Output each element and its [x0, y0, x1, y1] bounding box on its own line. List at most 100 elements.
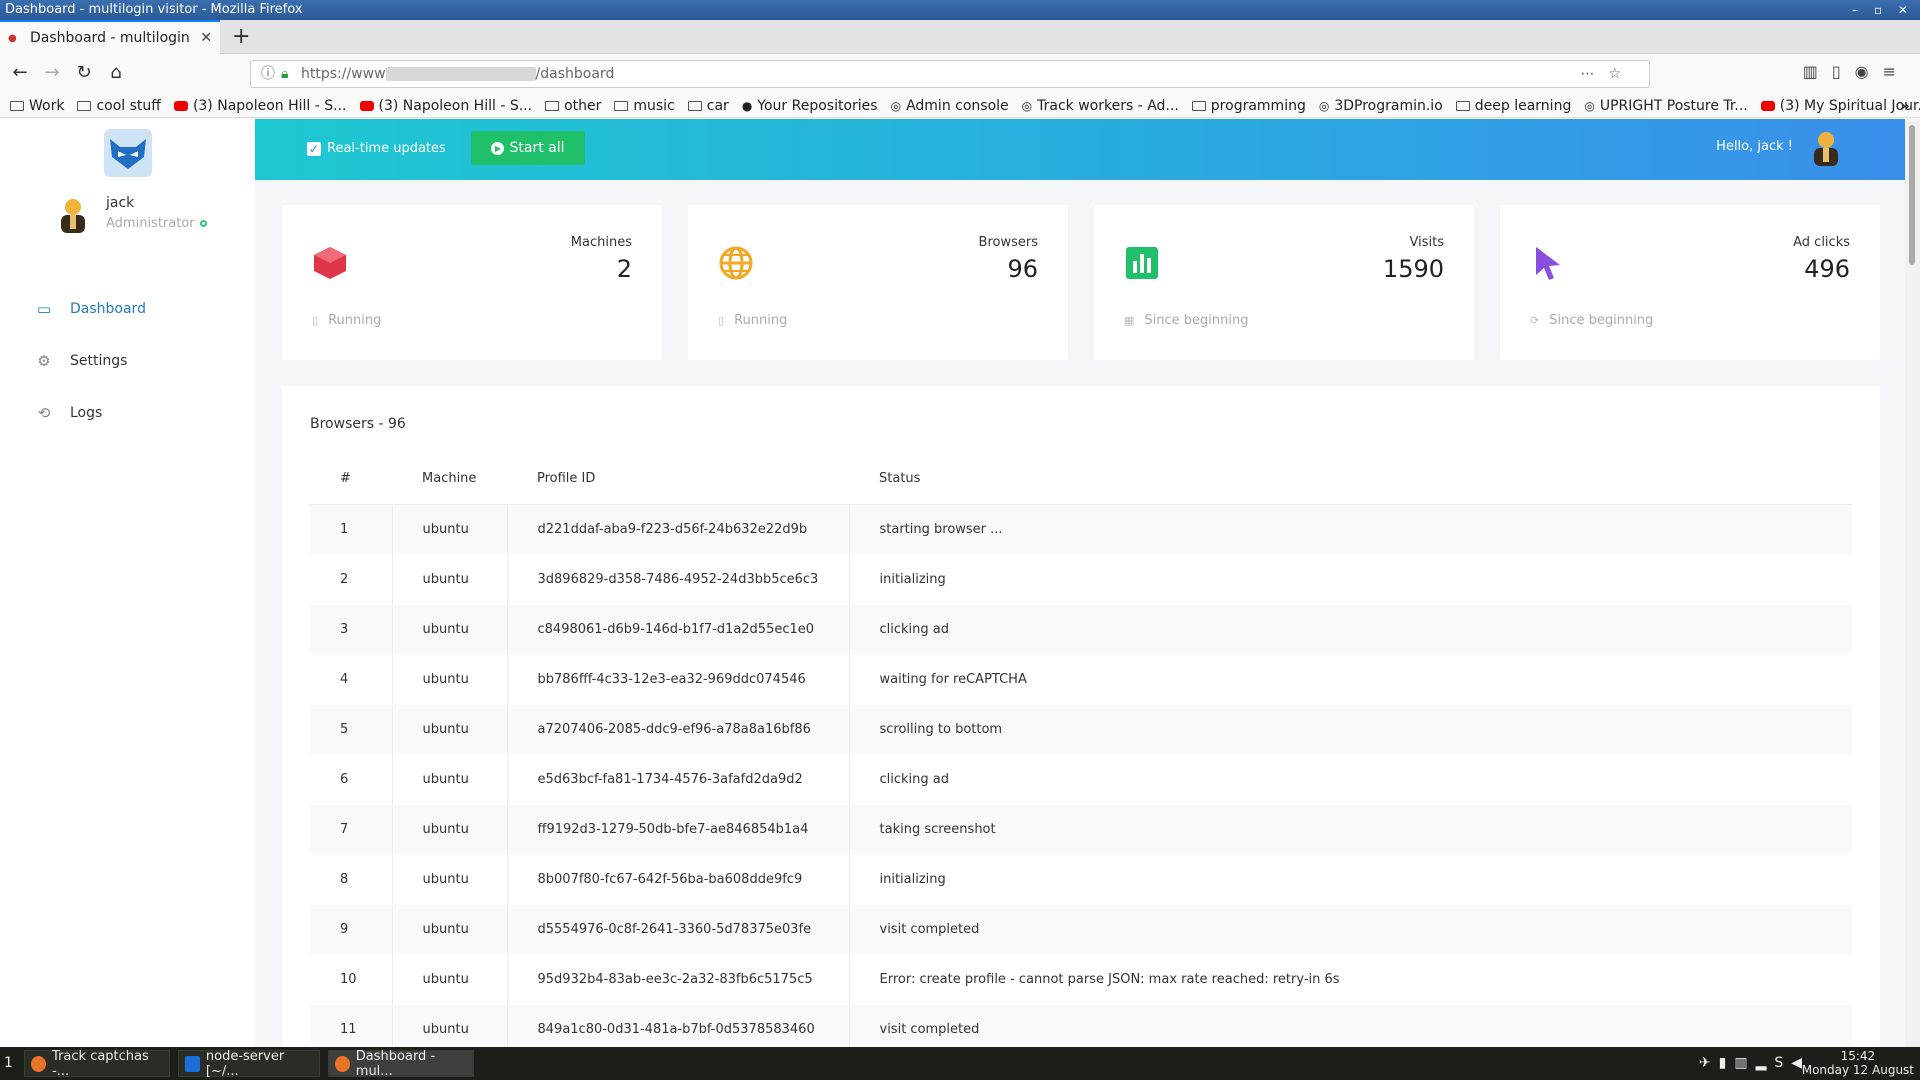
- forward-icon[interactable]: →: [40, 62, 64, 83]
- bookmark-label: Work: [29, 97, 65, 114]
- youtube-icon: [1760, 100, 1775, 111]
- window-controls[interactable]: – ▫ ✕: [1852, 0, 1914, 20]
- refresh-icon: ⟳: [1530, 314, 1540, 327]
- stat-footer-text: Running: [734, 313, 788, 328]
- stat-footer-text: Since beginning: [1144, 313, 1249, 328]
- task-label: node-server [~/...: [205, 1048, 285, 1079]
- header-banner: ✓ Real-time updates ▶ Start all Hello, j…: [255, 119, 1905, 180]
- sidebar-item-settings[interactable]: ⚙ Settings: [36, 352, 127, 370]
- bookmark-item[interactable]: car: [687, 98, 729, 114]
- sidebar-item-label: Logs: [70, 405, 103, 421]
- bookmark-item[interactable]: ◎ Track workers - Ad...: [1022, 98, 1179, 114]
- bookmarks-overflow-icon[interactable]: »: [1900, 96, 1910, 115]
- taskbar-item[interactable]: Track captchas -...: [24, 1049, 170, 1079]
- realtime-updates-toggle[interactable]: ✓ Real-time updates: [307, 141, 446, 156]
- stat-label: Browsers: [978, 235, 1038, 250]
- table-row: 10 ubuntu 95d932b4-83ab-ee3c-2a32-83fb6c51…: [310, 954, 1852, 1005]
- sidebar-item-logs[interactable]: ⟲ Logs: [36, 404, 103, 422]
- bookmark-label: cool stuff: [96, 97, 161, 114]
- row-profile-id: 95d932b4-83ab-ee3c-2a32-83fb6c5175c5: [506, 954, 849, 1005]
- home-icon[interactable]: ⌂: [104, 62, 128, 83]
- bookmark-item[interactable]: ● Your Repositories: [742, 98, 878, 114]
- table-row: 1 ubuntu d221ddaf-aba9-f223-d56f-24b632e22…: [310, 504, 1852, 555]
- clock-date: Monday 12 August: [1801, 1063, 1914, 1077]
- row-number: 8: [310, 854, 392, 905]
- taskbar-item[interactable]: Dashboard - mul...: [328, 1049, 474, 1079]
- taskbar-item[interactable]: node-server [~/...: [178, 1048, 320, 1079]
- row-profile-id: 8b007f80-fc67-642f-56ba-ba608dde9fc9: [506, 854, 849, 905]
- site-info-icon[interactable]: ⓘ: [261, 61, 275, 87]
- os-taskbar: 1 Track captchas -... node-server [~/...…: [0, 1047, 1920, 1080]
- browser-tab-dashboard[interactable]: ● Dashboard - multilogin v ✕: [0, 20, 220, 54]
- bookmark-item[interactable]: deep learning: [1455, 98, 1571, 114]
- page-scrollbar[interactable]: [1905, 119, 1920, 1047]
- header-avatar[interactable]: [1809, 127, 1843, 169]
- table-row: 9 ubuntu d5554976-0c8f-2641-3360-5d78375e0…: [310, 904, 1852, 955]
- scrollbar-thumb[interactable]: [1909, 125, 1915, 265]
- reload-icon[interactable]: ↻: [72, 62, 96, 83]
- address-bar[interactable]: ⓘ 🔒︎ https://www/dashboard ⋯☆: [250, 60, 1650, 88]
- youtube-icon: [359, 100, 374, 111]
- cube-icon: [314, 247, 346, 279]
- clock-time: 15:42: [1840, 1049, 1876, 1063]
- row-status: Error: create profile - cannot parse JSO…: [848, 954, 1852, 1005]
- stat-footer-text: Since beginning: [1549, 313, 1654, 328]
- folder-icon: [614, 100, 629, 111]
- row-profile-id: 3d896829-d358-7486-4952-24d3bb5ce6c3: [506, 554, 849, 605]
- bookmark-label: Admin console: [906, 97, 1009, 114]
- bookmark-item[interactable]: Work: [10, 98, 64, 114]
- column-header: Profile ID: [507, 454, 849, 505]
- bookmark-item[interactable]: ◎ UPRIGHT Posture Tr...: [1584, 98, 1747, 114]
- bookmark-item[interactable]: (3) Napoleon Hill - S...: [359, 98, 532, 114]
- workspace-indicator[interactable]: 1: [4, 1055, 13, 1071]
- bookmark-item[interactable]: (3) Napoleon Hill - S...: [173, 98, 347, 114]
- row-number: 2: [310, 554, 392, 605]
- row-status: taking screenshot: [848, 804, 1852, 855]
- bookmark-label: Your Repositories: [757, 97, 878, 114]
- back-icon[interactable]: ←: [8, 62, 32, 83]
- stat-value: 2: [616, 255, 632, 283]
- sidebar-item-label: Dashboard: [70, 301, 146, 317]
- user-role-label: Administrator: [106, 216, 195, 231]
- sidebar-item-dashboard[interactable]: ▭ Dashboard: [36, 300, 146, 318]
- gear-icon: ⚙: [37, 352, 51, 370]
- tab-favicon-icon: ●: [8, 33, 17, 44]
- bookmark-item[interactable]: ◎ 3DProgramin.io: [1319, 98, 1443, 114]
- folder-icon: [10, 100, 24, 111]
- bookmark-item[interactable]: ◎ Admin console: [891, 98, 1009, 114]
- toolbar-right-icons[interactable]: ▥▯◉≡: [1803, 62, 1910, 81]
- column-header: Status: [849, 454, 1852, 505]
- new-tab-icon[interactable]: +: [232, 24, 250, 49]
- stat-card-visits: Visits 1590 ▦ Since beginning: [1094, 205, 1474, 360]
- bookmark-item[interactable]: other: [545, 98, 601, 114]
- stat-card-browsers: Browsers 96 ▯ Running: [688, 205, 1068, 360]
- user-name: jack: [106, 195, 135, 211]
- url-redacted: [385, 67, 536, 81]
- bookmark-label: music: [633, 97, 675, 114]
- bookmark-item[interactable]: music: [614, 97, 675, 114]
- firefox-icon: [31, 1055, 47, 1072]
- checkbox-checked-icon[interactable]: ✓: [307, 141, 321, 156]
- bookmark-item[interactable]: cool stuff: [77, 97, 161, 114]
- bookmark-item[interactable]: (3) My Spiritual Jour...: [1760, 98, 1920, 114]
- table-row: 5 ubuntu a7207406-2085-ddc9-ef96-a78a8a16b…: [310, 704, 1852, 755]
- stat-footer: ▯ Running: [312, 313, 381, 328]
- bookmark-label: 3DProgramin.io: [1334, 97, 1443, 114]
- globe-icon: ◎: [1021, 98, 1033, 113]
- column-header: Machine: [392, 454, 507, 505]
- realtime-label: Real-time updates: [327, 141, 446, 156]
- system-tray-icons[interactable]: ✈▮▥▂S◀: [1699, 1055, 1810, 1071]
- row-profile-id: a7207406-2085-ddc9-ef96-a78a8a16bf86: [506, 704, 849, 755]
- firefox-icon: [335, 1055, 350, 1072]
- close-tab-icon[interactable]: ✕: [200, 30, 212, 46]
- row-machine: ubuntu: [391, 954, 507, 1005]
- youtube-icon: [173, 100, 188, 111]
- row-machine: ubuntu: [391, 504, 507, 555]
- row-status: visit completed: [848, 904, 1852, 955]
- row-number: 6: [310, 754, 392, 805]
- bookmark-item[interactable]: programming: [1191, 98, 1306, 114]
- column-header: #: [310, 454, 392, 505]
- start-all-button[interactable]: ▶ Start all: [471, 131, 585, 165]
- fox-logo-icon: [104, 129, 152, 177]
- page-actions-icons[interactable]: ⋯☆: [1580, 61, 1635, 87]
